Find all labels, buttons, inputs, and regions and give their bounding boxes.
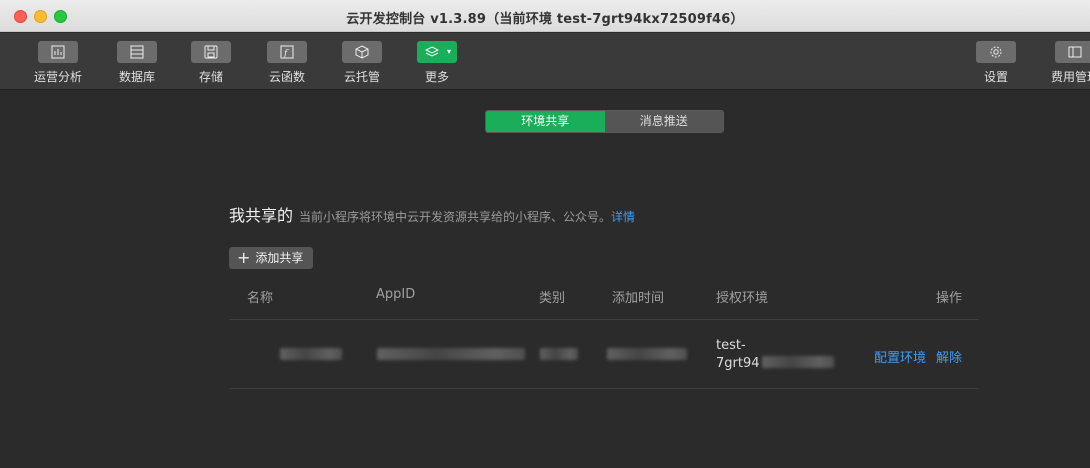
database-icon: [117, 41, 157, 63]
row-env-line1: test-: [716, 338, 746, 353]
toolbar-billing-label: 费用管理: [1050, 70, 1090, 84]
section-heading: 我共享的 当前小程序将环境中云开发资源共享给的小程序、公众号。详情: [229, 202, 635, 226]
row-appid-redacted: [377, 348, 525, 364]
add-share-label: 添加共享: [255, 251, 304, 265]
toolbar-billing[interactable]: 费用管理: [1040, 41, 1090, 85]
column-type: 类别: [539, 291, 566, 306]
cube-icon: [342, 41, 382, 63]
column-added-time: 添加时间: [612, 291, 665, 306]
window-title: 云开发控制台 v1.3.89（当前环境 test-7grt94kx72509f4…: [346, 12, 744, 27]
row-name-redacted: [280, 348, 342, 364]
tab-message-push[interactable]: 消息推送: [604, 111, 723, 132]
row-time-redacted: [607, 348, 687, 364]
tab-switcher: 环境共享 消息推送: [485, 110, 724, 133]
table-header-divider: [229, 319, 979, 320]
section-title: 我共享的: [229, 206, 294, 225]
section-description: 当前小程序将环境中云开发资源共享给的小程序、公众号。: [299, 210, 612, 224]
function-icon: f: [267, 41, 307, 63]
toolbar-analytics-label: 运营分析: [33, 70, 82, 84]
tab-env-share[interactable]: 环境共享: [486, 111, 605, 132]
toolbar-storage[interactable]: 存储: [176, 41, 246, 85]
plus-icon: +: [237, 248, 251, 267]
toolbar-database-label: 数据库: [118, 70, 155, 84]
chevron-down-icon: ▾: [446, 47, 451, 56]
column-auth-env: 授权环境: [716, 291, 769, 306]
window-titlebar: 云开发控制台 v1.3.89（当前环境 test-7grt94kx72509f4…: [0, 0, 1090, 32]
toolbar-functions-label: 云函数: [268, 70, 305, 84]
toolbar-cloud-hosting-label: 云托管: [343, 70, 380, 84]
layers-icon: ▾: [417, 41, 457, 63]
bar-chart-icon: [38, 41, 78, 63]
row-type-redacted: [540, 348, 578, 364]
toolbar-more-label: 更多: [424, 70, 449, 84]
configure-env-link[interactable]: 配置环境: [874, 347, 926, 366]
add-share-button[interactable]: + 添加共享: [229, 247, 314, 269]
billing-icon: [1055, 41, 1090, 63]
toolbar-database[interactable]: 数据库: [102, 41, 172, 85]
toolbar-analytics[interactable]: 运营分析: [23, 41, 93, 85]
column-name: 名称: [247, 291, 274, 306]
toolbar-storage-label: 存储: [198, 70, 223, 84]
toolbar-settings-label: 设置: [983, 70, 1008, 84]
column-appid: AppID: [376, 287, 416, 302]
toolbar: 运营分析 数据库 存储 f 云函数 云托管 ▾ 更多 设置 费用管: [0, 33, 1090, 90]
toolbar-more[interactable]: ▾ 更多: [402, 41, 472, 85]
gear-icon: [976, 41, 1016, 63]
toolbar-settings[interactable]: 设置: [961, 41, 1031, 85]
table-row-divider: [229, 388, 979, 389]
storage-icon: [191, 41, 231, 63]
details-link[interactable]: 详情: [611, 210, 635, 224]
toolbar-cloud-hosting[interactable]: 云托管: [327, 41, 397, 85]
remove-share-link[interactable]: 解除: [936, 347, 962, 366]
column-actions: 操作: [936, 291, 963, 306]
toolbar-functions[interactable]: f 云函数: [252, 41, 322, 85]
row-env-line2: 7grt94: [716, 356, 834, 371]
